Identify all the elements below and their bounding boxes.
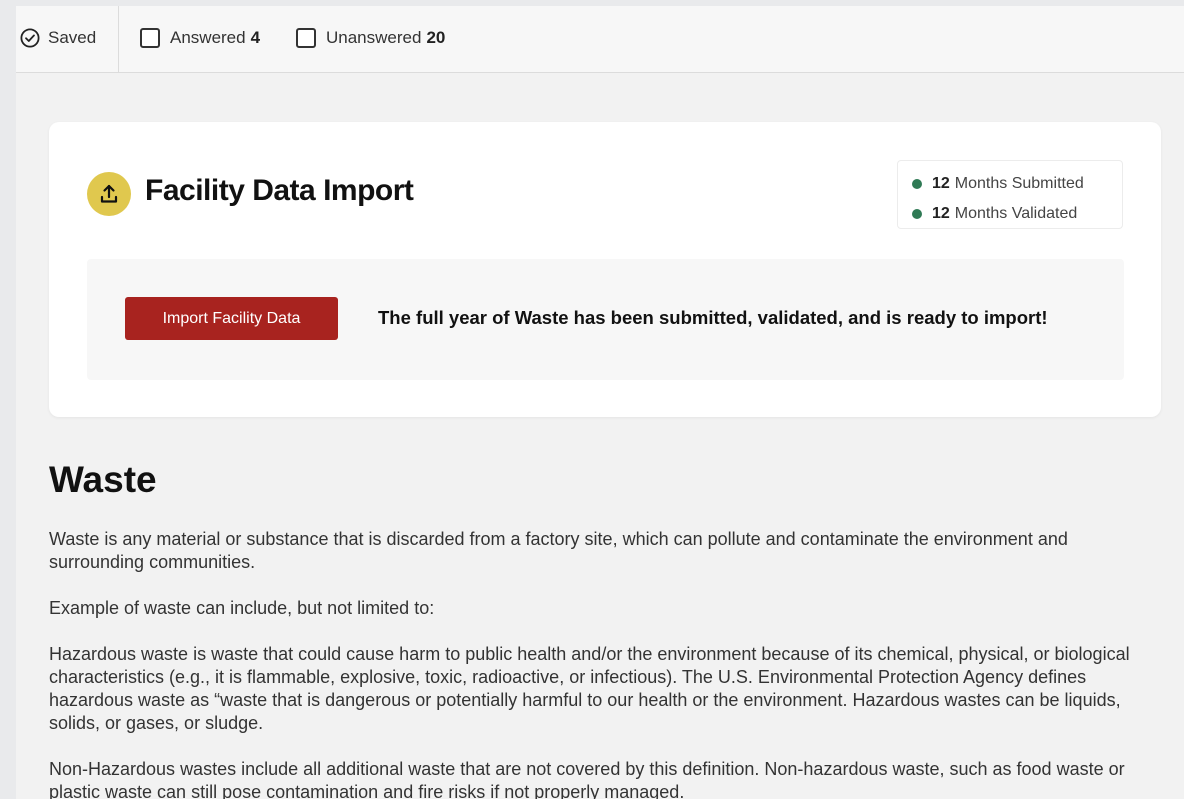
facility-import-card: Facility Data Import 12 Months Submitted… <box>49 122 1161 417</box>
section-title: Waste <box>49 459 157 500</box>
saved-indicator: Saved <box>20 26 96 50</box>
submitted-label: Months Submitted <box>954 175 1084 192</box>
unanswered-label: Unanswered <box>326 28 422 47</box>
validated-label: Months Validated <box>954 205 1078 222</box>
status-toolbar: Saved Answered 4 Unanswered 20 <box>16 6 1184 73</box>
upload-icon <box>87 172 131 216</box>
answered-count: 4 <box>250 28 261 47</box>
paragraph-non-hazardous: Non-Hazardous wastes include all additio… <box>49 759 1125 799</box>
import-facility-data-button[interactable]: Import Facility Data <box>125 297 338 340</box>
import-panel: Import Facility Data The full year of Wa… <box>87 259 1124 380</box>
answered-checkbox[interactable] <box>140 28 160 48</box>
check-circle-icon <box>20 28 40 48</box>
status-dot <box>912 179 922 189</box>
validated-count: 12 <box>932 205 950 222</box>
paragraph-hazardous: Hazardous waste is waste that could caus… <box>49 644 1130 733</box>
submitted-count: 12 <box>932 175 950 192</box>
unanswered-count: 20 <box>426 28 446 47</box>
unanswered-checkbox[interactable] <box>296 28 316 48</box>
unanswered-filter[interactable]: Unanswered 20 <box>296 26 445 50</box>
saved-label: Saved <box>48 28 97 47</box>
answered-label: Answered <box>170 28 246 47</box>
status-dot <box>912 209 922 219</box>
toolbar-divider <box>118 6 119 72</box>
answered-filter[interactable]: Answered 4 <box>140 26 260 50</box>
paragraph-definition: Waste is any material or substance that … <box>49 529 1068 572</box>
status-submitted: 12 Months Submitted <box>912 169 1122 199</box>
app-window: Saved Answered 4 Unanswered 20 Facility … <box>16 6 1184 799</box>
status-validated: 12 Months Validated <box>912 199 1122 229</box>
status-summary: 12 Months Submitted 12 Months Validated <box>897 160 1123 229</box>
paragraph-examples-intro: Example of waste can include, but not li… <box>49 598 435 618</box>
card-title: Facility Data Import <box>145 174 414 207</box>
import-message: The full year of Waste has been submitte… <box>378 307 1048 328</box>
